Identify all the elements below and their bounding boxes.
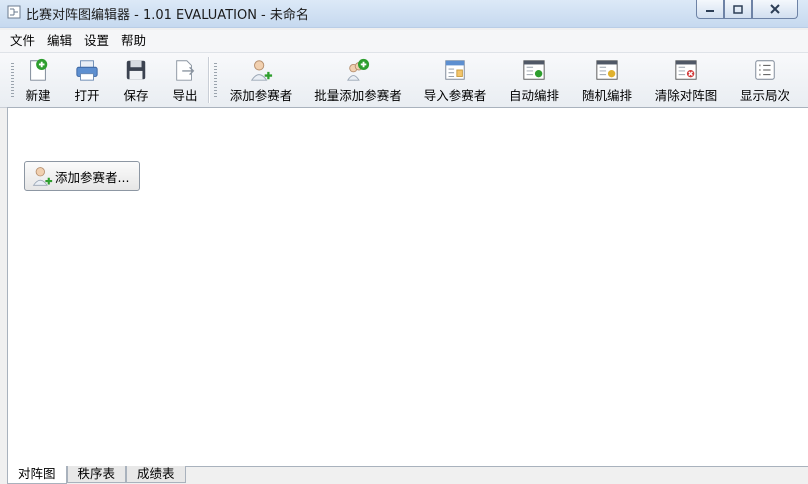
new-document-icon — [30, 58, 48, 81]
save-button[interactable]: 保存 — [121, 56, 151, 104]
import-list-icon — [445, 60, 465, 80]
save-label: 保存 — [123, 88, 149, 103]
toolbar-grip-2[interactable] — [214, 63, 217, 99]
open-button[interactable]: 打开 — [72, 56, 102, 104]
add-user-icon — [250, 60, 273, 81]
menu-bar: 文件 编辑 设置 帮助 — [0, 30, 808, 52]
new-button[interactable]: 新建 — [23, 56, 53, 104]
export-icon — [176, 60, 195, 81]
menu-settings[interactable]: 设置 — [78, 30, 115, 52]
toolbar-separator — [208, 57, 209, 103]
tab-schedule[interactable]: 秩序表 — [66, 466, 127, 483]
add-participant-label: 添加参赛者 — [229, 88, 293, 103]
export-label: 导出 — [172, 88, 198, 103]
auto-arrange-button[interactable]: 自动编排 — [508, 56, 560, 104]
show-rounds-label: 显示局次 — [739, 88, 790, 103]
clear-bracket-button[interactable]: 清除对阵图 — [654, 56, 718, 104]
batch-add-label: 批量添加参赛者 — [314, 88, 402, 103]
sheet-tabs: 对阵图 秩序表 成绩表 — [7, 466, 186, 484]
add-user-icon — [32, 167, 53, 186]
tab-bracket[interactable]: 对阵图 — [7, 466, 67, 484]
title-bar: 比赛对阵图编辑器 - 1.01 EVALUATION - 未命名 — [0, 0, 808, 28]
maximize-icon — [733, 4, 743, 14]
add-participant-canvas-label: 添加参赛者... — [55, 169, 130, 185]
open-label: 打开 — [74, 88, 100, 103]
export-button[interactable]: 导出 — [170, 56, 200, 104]
minimize-icon — [706, 10, 714, 12]
printer-icon — [76, 60, 98, 81]
minimize-button[interactable] — [696, 0, 724, 19]
clear-bracket-label: 清除对阵图 — [654, 88, 718, 103]
window-title: 比赛对阵图编辑器 - 1.01 EVALUATION - 未命名 — [26, 8, 309, 23]
auto-arrange-icon — [523, 60, 545, 80]
add-participant-canvas-button[interactable]: 添加参赛者... — [24, 161, 140, 191]
app-icon — [7, 5, 21, 19]
close-icon — [770, 4, 780, 14]
import-participants-button[interactable]: 导入参赛者 — [423, 56, 487, 104]
menu-help[interactable]: 帮助 — [115, 30, 152, 52]
random-arrange-icon — [596, 60, 618, 80]
floppy-disk-icon — [126, 60, 146, 80]
maximize-button[interactable] — [724, 0, 752, 19]
auto-arrange-label: 自动编排 — [508, 88, 559, 103]
clear-bracket-icon — [675, 60, 697, 80]
tab-results[interactable]: 成绩表 — [126, 466, 186, 483]
add-users-icon — [347, 58, 370, 81]
toolbar-grip[interactable] — [11, 63, 14, 99]
batch-add-participants-button[interactable]: 批量添加参赛者 — [313, 56, 403, 104]
new-label: 新建 — [25, 88, 51, 103]
toolbar: 新建 打开 保存 导出 添加参赛者 批量添加参赛者 导入参赛者 自动编排 随机编… — [0, 52, 808, 108]
random-arrange-button[interactable]: 随机编排 — [581, 56, 633, 104]
numbered-list-icon — [755, 60, 775, 80]
import-label: 导入参赛者 — [423, 88, 487, 103]
random-arrange-label: 随机编排 — [581, 88, 632, 103]
bracket-canvas[interactable]: 添加参赛者... — [7, 107, 808, 467]
menu-file[interactable]: 文件 — [4, 30, 41, 52]
add-participant-button[interactable]: 添加参赛者 — [229, 56, 293, 104]
show-rounds-button[interactable]: 显示局次 — [739, 56, 791, 104]
menu-edit[interactable]: 编辑 — [41, 30, 78, 52]
close-button[interactable] — [752, 0, 798, 19]
